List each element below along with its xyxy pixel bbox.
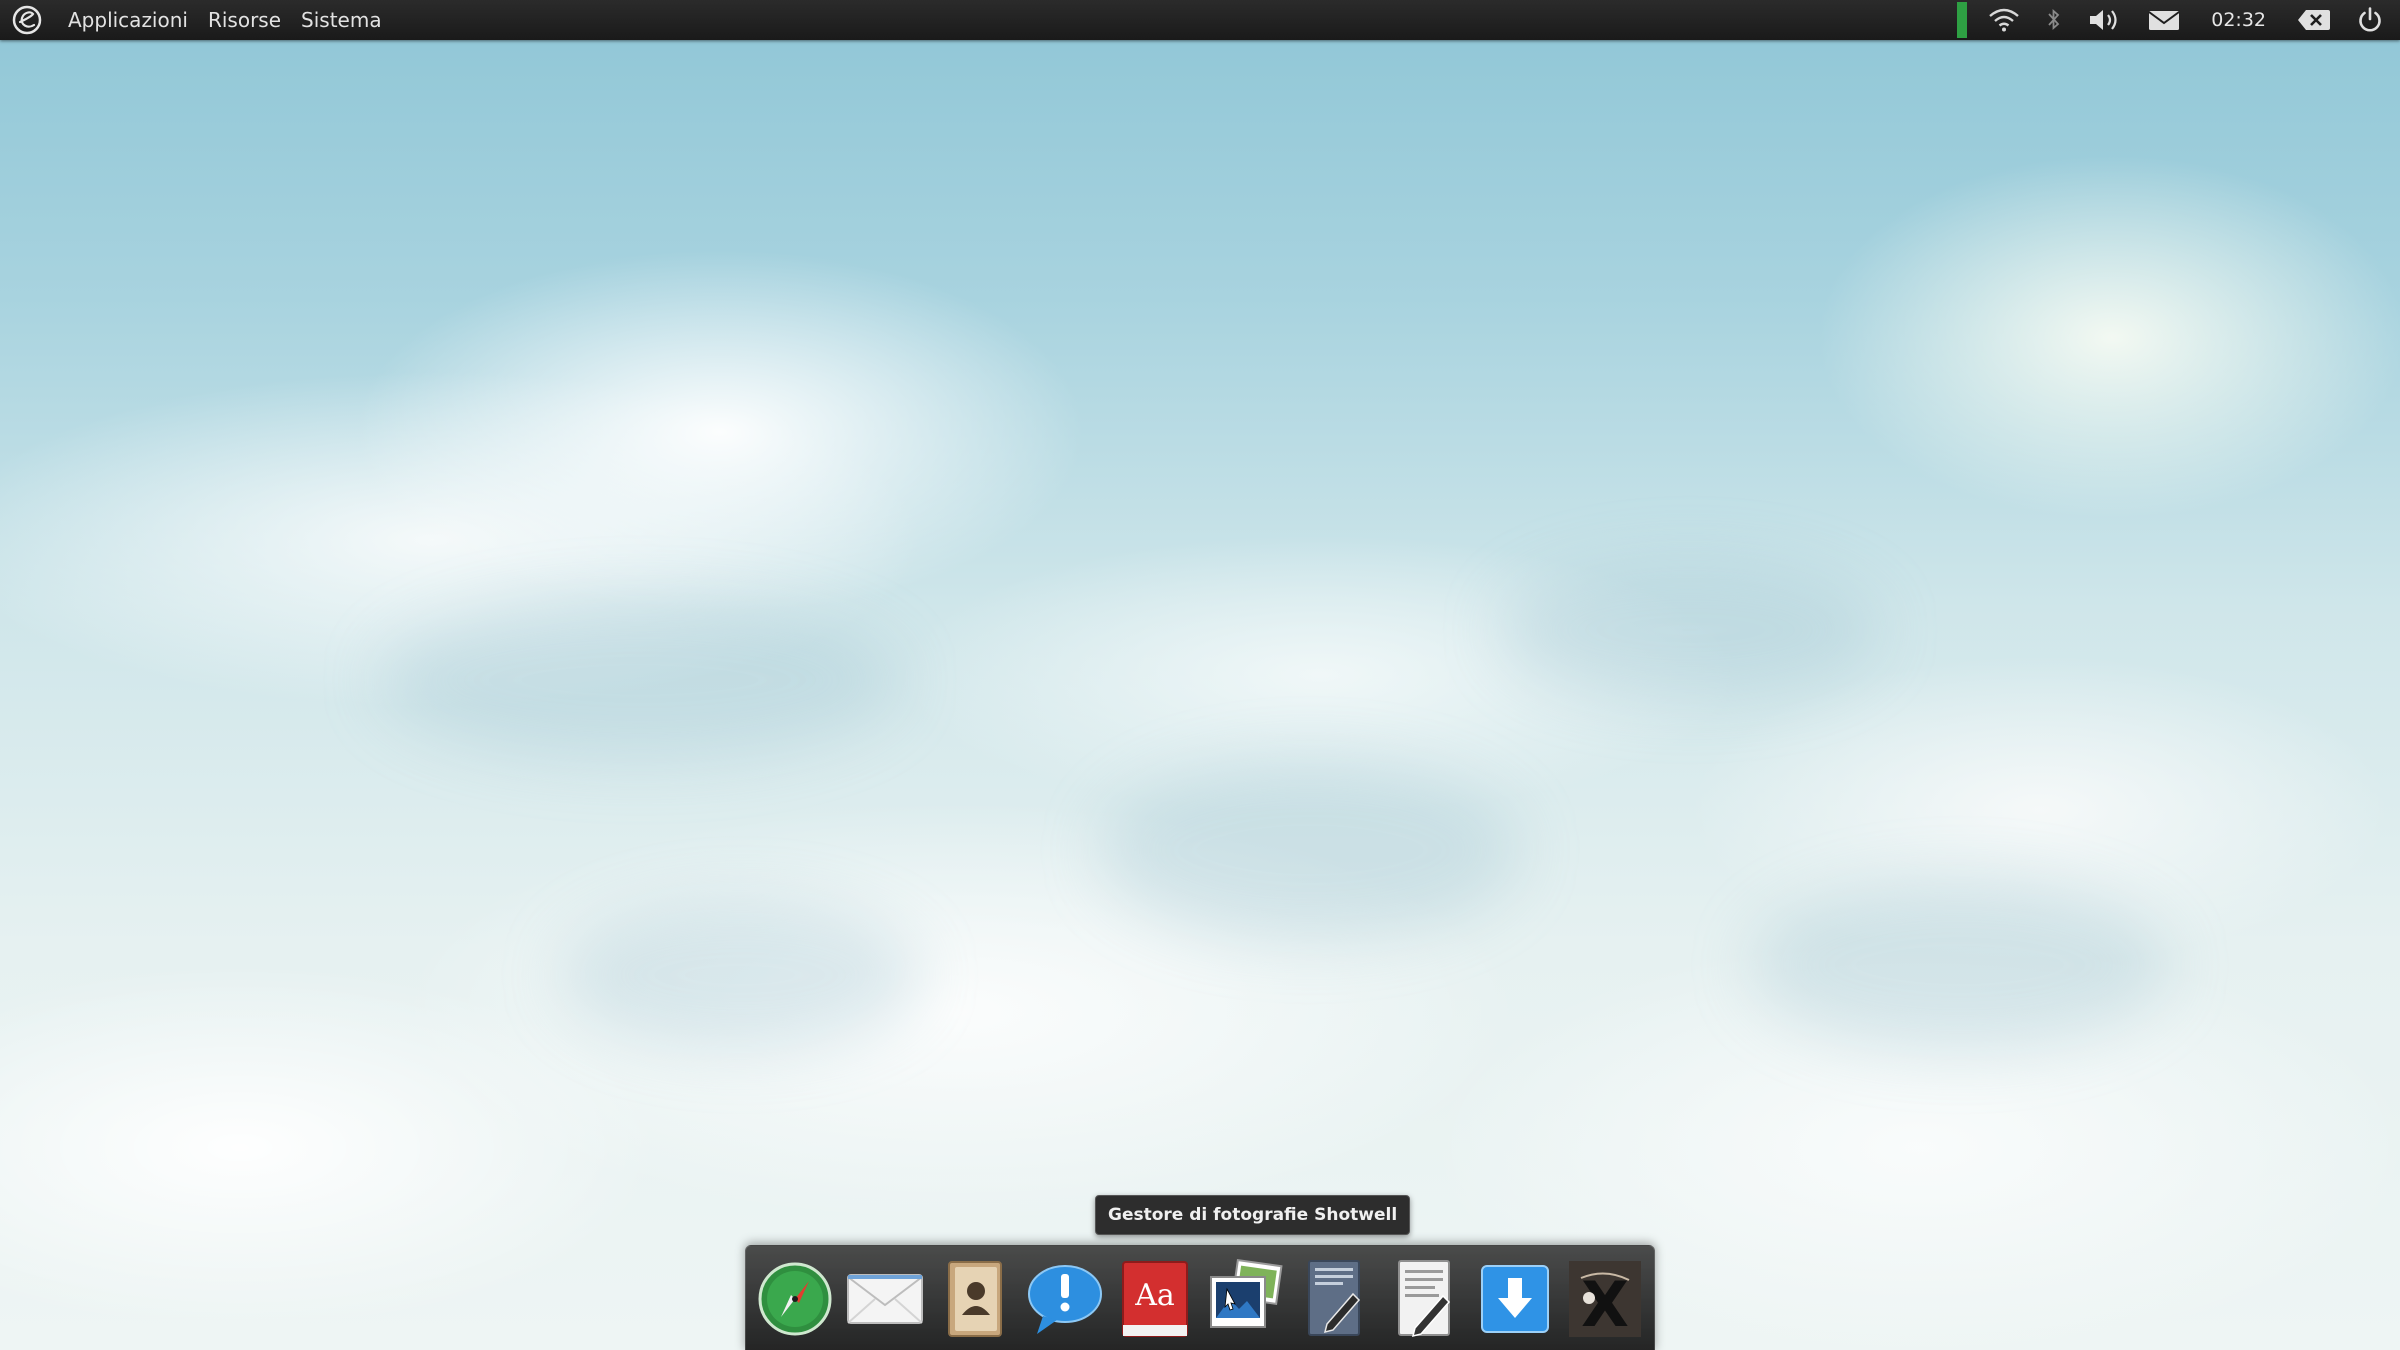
dock: Aa X [745, 1245, 1655, 1350]
contacts-book-icon[interactable] [934, 1258, 1016, 1340]
volume-icon[interactable] [2075, 0, 2135, 40]
indicator-area: 02:32 [1957, 0, 2400, 40]
messaging-envelope-icon[interactable] [2135, 0, 2193, 40]
shotwell-photos-icon[interactable] [1204, 1258, 1286, 1340]
wallpaper-cloud-shade [380, 600, 900, 760]
clock[interactable]: 02:32 [2193, 9, 2284, 31]
x-app-icon[interactable]: X [1564, 1258, 1646, 1340]
wallpaper-cloud-shade [560, 900, 920, 1050]
download-icon[interactable] [1474, 1258, 1556, 1340]
menu-risorse[interactable]: Risorse [198, 0, 291, 40]
mail-envelope-icon[interactable] [844, 1258, 926, 1340]
browser-compass-icon[interactable] [754, 1258, 836, 1340]
power-icon[interactable] [2344, 0, 2400, 40]
chat-bubble-icon[interactable] [1024, 1258, 1106, 1340]
dictionary-glyph: Aa [1134, 1278, 1175, 1313]
wallpaper-cloud-shade [1100, 760, 1520, 940]
x-app-glyph: X [1581, 1268, 1629, 1340]
session-indicator-icon[interactable] [2284, 0, 2344, 40]
wifi-icon[interactable] [1975, 0, 2033, 40]
top-panel: Applicazioni Risorse Sistema 02:32 [0, 0, 2400, 40]
menu-applicazioni[interactable]: Applicazioni [58, 0, 198, 40]
dock-tooltip: Gestore di fotografie Shotwell [1095, 1195, 1411, 1235]
wallpaper-cloud-shade [1500, 560, 1880, 700]
document-editor-icon[interactable] [1384, 1258, 1466, 1340]
bluetooth-icon[interactable] [2033, 0, 2075, 40]
dictionary-icon[interactable]: Aa [1114, 1258, 1196, 1340]
text-editor-icon[interactable] [1294, 1258, 1376, 1340]
wallpaper-cloud-shade [1750, 880, 2170, 1050]
desktop[interactable]: Applicazioni Risorse Sistema 02:32 Gesto… [0, 0, 2400, 1350]
network-activity-marker [1957, 2, 1968, 38]
menu-sistema[interactable]: Sistema [291, 0, 392, 40]
elementary-logo-icon[interactable] [10, 3, 44, 37]
